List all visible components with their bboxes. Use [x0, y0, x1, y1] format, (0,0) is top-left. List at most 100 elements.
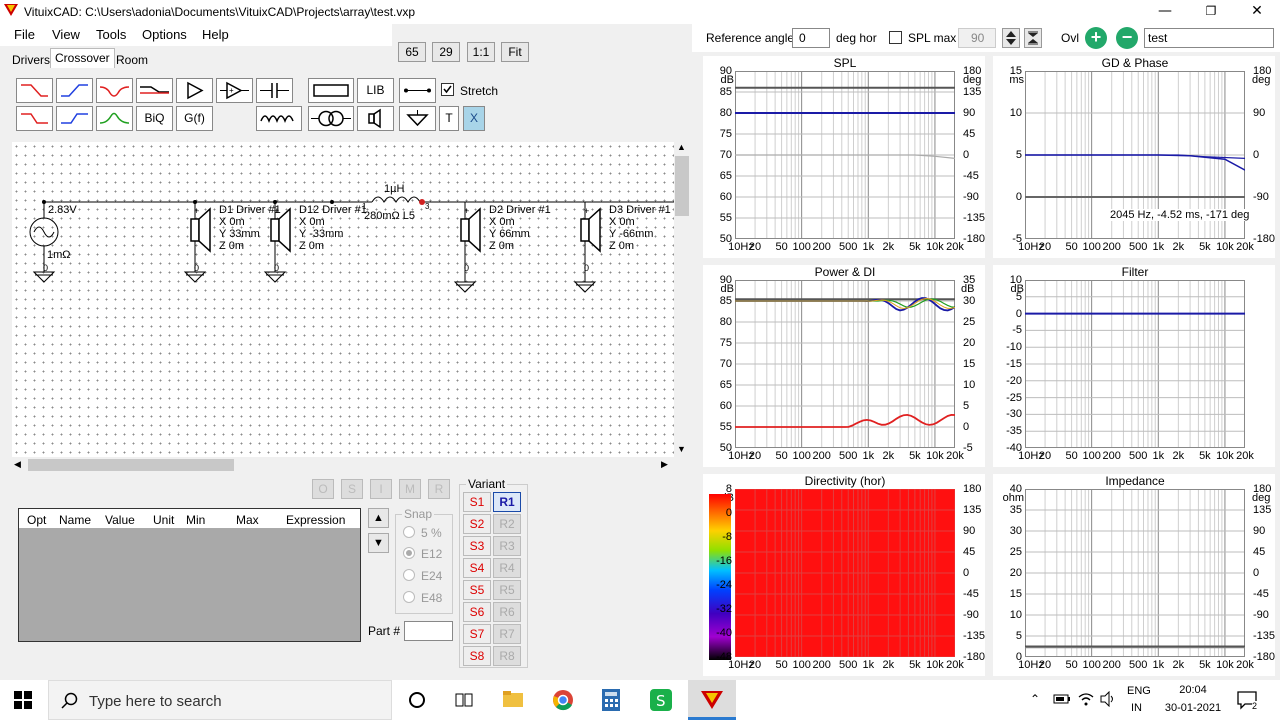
variant-r7-button[interactable]: R7 [493, 624, 521, 644]
variant-s3-button[interactable]: S3 [463, 536, 491, 556]
variant-s1-button[interactable]: S1 [463, 492, 491, 512]
highpass-blue-button[interactable] [56, 78, 93, 103]
spl-max-checkbox[interactable] [889, 31, 902, 44]
ground-button[interactable] [399, 106, 436, 131]
remove-overlay-button[interactable]: − [1116, 27, 1138, 49]
variant-r2-button[interactable]: R2 [493, 514, 521, 534]
lowpass-red-button[interactable] [16, 78, 53, 103]
scroll-up-icon[interactable]: ▲ [677, 142, 686, 152]
clock-date[interactable]: 30-01-2021 [1163, 702, 1223, 714]
x-button[interactable]: X [463, 106, 485, 131]
schematic-canvas[interactable]: 2.83V 1mΩ 0 1µH 280mΩ L5 1 3 + D1 Driver… [12, 142, 674, 457]
biquad-button[interactable]: BiQ [136, 106, 173, 131]
spl-max-input[interactable]: 90 [958, 28, 996, 48]
horizontal-scrollbar[interactable]: ◀ ▶ [12, 457, 674, 473]
variant-s4-button[interactable]: S4 [463, 558, 491, 578]
zoom-1to1-button[interactable]: 1:1 [467, 42, 495, 62]
text-button[interactable]: T [439, 106, 459, 131]
language-top[interactable]: ENG [1127, 685, 1151, 697]
tab-room[interactable]: Room [111, 50, 153, 70]
horizontal-scroll-thumb[interactable] [28, 459, 234, 471]
filter-plot[interactable] [1025, 280, 1245, 448]
chrome-icon[interactable] [552, 689, 574, 714]
driver-d12-name[interactable]: D12 Driver #1 [299, 204, 367, 216]
directivity-plot[interactable] [735, 489, 955, 657]
column-max[interactable]: Max [236, 513, 259, 527]
column-unit[interactable]: Unit [153, 513, 174, 527]
column-expression[interactable]: Expression [286, 513, 345, 527]
opamp-button[interactable]: + [216, 78, 253, 103]
wire-button[interactable] [399, 78, 436, 103]
close-button[interactable]: ✕ [1234, 0, 1280, 24]
zoom-65-button[interactable]: 65 [398, 42, 426, 62]
buffer-amp-button[interactable] [176, 78, 213, 103]
variant-s8-button[interactable]: S8 [463, 646, 491, 666]
taskbar-search-box[interactable]: Type here to search [48, 680, 392, 720]
tab-crossover[interactable]: Crossover [50, 48, 115, 68]
variant-r6-button[interactable]: R6 [493, 602, 521, 622]
shelf-black-button[interactable] [136, 78, 173, 103]
opt-m-button[interactable]: M [399, 479, 421, 499]
minimize-button[interactable]: — [1142, 0, 1188, 24]
snap-e12-radio[interactable] [403, 547, 415, 559]
spl-spin-button[interactable] [1002, 28, 1020, 48]
zoom-29-button[interactable]: 29 [432, 42, 460, 62]
cortana-icon[interactable] [408, 691, 426, 712]
transformer-button[interactable] [308, 106, 354, 131]
menu-tools[interactable]: Tools [96, 27, 126, 42]
green-app-icon[interactable]: S [650, 689, 672, 714]
column-value[interactable]: Value [105, 513, 135, 527]
variant-s5-button[interactable]: S5 [463, 580, 491, 600]
variant-r8-button[interactable]: R8 [493, 646, 521, 666]
add-overlay-button[interactable]: + [1085, 27, 1107, 49]
reference-angle-input[interactable]: 0 [792, 28, 830, 48]
snap-e24-radio[interactable] [403, 569, 415, 581]
variant-r4-button[interactable]: R4 [493, 558, 521, 578]
opt-i-button[interactable]: I [370, 479, 392, 499]
vertical-scrollbar[interactable]: ▲ ▼ [674, 142, 690, 457]
column-min[interactable]: Min [186, 513, 205, 527]
variant-r5-button[interactable]: R5 [493, 580, 521, 600]
menu-view[interactable]: View [52, 27, 80, 42]
calculator-icon[interactable] [602, 689, 620, 714]
spl-collapse-button[interactable] [1024, 28, 1042, 48]
scroll-left-icon[interactable]: ◀ [14, 459, 21, 470]
driver-d3-name[interactable]: D3 Driver #1 [609, 204, 671, 216]
overlay-name-input[interactable]: test [1144, 28, 1274, 48]
vituixcad-taskbar-button[interactable] [688, 680, 736, 720]
power-di-plot[interactable] [735, 280, 955, 448]
variant-s7-button[interactable]: S7 [463, 624, 491, 644]
part-number-input[interactable] [404, 621, 453, 641]
task-view-icon[interactable] [455, 691, 473, 712]
move-up-button[interactable]: ▲ [368, 508, 389, 528]
volume-icon[interactable] [1099, 690, 1117, 710]
column-name[interactable]: Name [59, 513, 91, 527]
transfer-function-button[interactable]: G(f) [176, 106, 213, 131]
snap-e48-radio[interactable] [403, 591, 415, 603]
variant-s2-button[interactable]: S2 [463, 514, 491, 534]
zoom-fit-button[interactable]: Fit [501, 42, 529, 62]
menu-help[interactable]: Help [202, 27, 229, 42]
impedance-plot[interactable] [1025, 489, 1245, 657]
stretch-checkbox[interactable] [441, 83, 454, 96]
restore-button[interactable]: ❐ [1188, 0, 1234, 24]
battery-icon[interactable] [1053, 692, 1071, 709]
show-hidden-icons[interactable]: ⌃ [1030, 692, 1040, 706]
opt-r-button[interactable]: R [428, 479, 450, 499]
scroll-right-icon[interactable]: ▶ [661, 459, 668, 470]
capacitor-button[interactable] [256, 78, 293, 103]
highpass-blue-2-button[interactable] [56, 106, 93, 131]
variant-r1-button[interactable]: R1 [493, 492, 521, 512]
tab-drivers[interactable]: Drivers [7, 50, 55, 70]
notch-red-button[interactable] [96, 78, 133, 103]
spl-plot[interactable] [735, 71, 955, 239]
speaker-button[interactable] [357, 106, 394, 131]
inductor-button[interactable] [256, 106, 302, 131]
variant-s6-button[interactable]: S6 [463, 602, 491, 622]
library-button[interactable]: LIB [357, 78, 394, 103]
menu-options[interactable]: Options [142, 27, 187, 42]
opt-o-button[interactable]: O [312, 479, 334, 499]
language-bottom[interactable]: IN [1131, 702, 1142, 714]
resistor-button[interactable] [308, 78, 354, 103]
menu-file[interactable]: File [14, 27, 35, 42]
